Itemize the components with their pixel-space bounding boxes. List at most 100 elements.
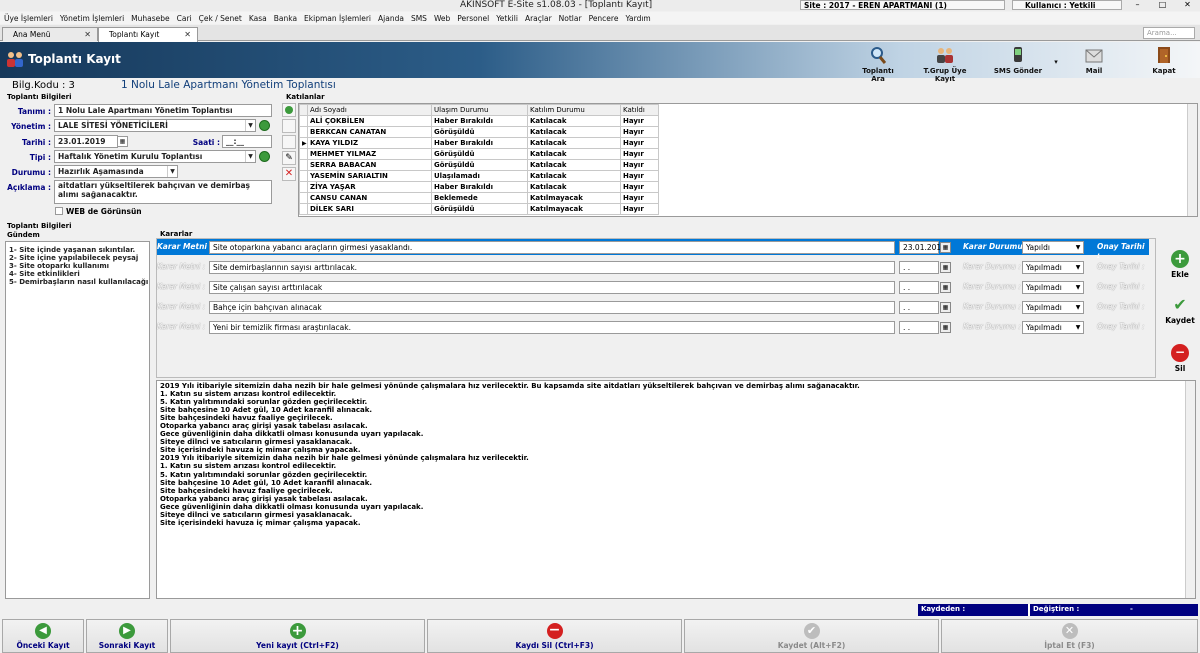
gundem-list[interactable]: 1- Site içinde yaşanan sıkıntılar. 2- Si… [5,241,150,599]
column-header[interactable]: Katıldı [620,104,659,116]
refresh-tipi-button[interactable] [259,151,270,162]
yonetim-select[interactable]: LALE SİTESİ YÖNETİCİLERİ ▼ [54,119,256,132]
calendar-icon[interactable]: ▦ [940,322,951,333]
onay-date-field[interactable]: . . [899,281,939,294]
karar-text-field[interactable]: Site demirbaşlarının sayısı arttırılacak… [209,261,895,274]
menu-item[interactable]: Araçlar [525,14,552,23]
sms-dropdown-icon[interactable]: ▾ [1052,58,1060,66]
mail-button[interactable]: Mail [1077,46,1111,75]
menu-item[interactable]: Yardım [625,14,650,23]
menu-item[interactable]: Notlar [559,14,582,23]
tipi-select[interactable]: Haftalık Yönetim Kurulu Toplantısı ▼ [54,150,256,163]
iptal-et-button[interactable]: ✕ İptal Et (F3) [941,619,1198,653]
table-row[interactable]: MEHMET YILMAZ Görüşüldü Katılacak Hayır [299,148,659,160]
menu-item[interactable]: Muhasebe [131,14,169,23]
scrollbar[interactable] [1187,104,1197,216]
menu-item[interactable]: Ekipman İşlemleri [304,14,371,23]
table-row[interactable]: SERRA BABACAN Görüşüldü Katılacak Hayır [299,159,659,171]
karar-status-select[interactable]: Yapılmadı ▼ [1022,281,1084,294]
menu-item[interactable]: Yetkili [496,14,518,23]
column-header[interactable]: Adı Soyadı [307,104,432,116]
menu-item[interactable]: Web [434,14,450,23]
table-row[interactable]: YASEMİN SARIALTIN Ulaşılamadı Katılacak Hay… [299,170,659,182]
kaydi-sil-button[interactable]: − Kaydı Sil (Ctrl+F3) [427,619,682,653]
table-row[interactable]: BERKCAN CANATAN Görüşüldü Katılacak Hayır [299,126,659,138]
menu-item[interactable]: SMS [411,14,427,23]
column-header[interactable]: Katılım Durumu [527,104,621,116]
kapat-button[interactable]: Kapat [1147,46,1181,75]
maximize-button[interactable]: □ [1150,0,1175,10]
toplanti-ara-button[interactable]: Toplantı Ara [855,46,901,83]
add-participant-button[interactable] [282,103,296,117]
grup-uye-kayit-button[interactable]: T.Grup Üye Kayıt [913,46,977,83]
ekle-button[interactable]: + Ekle [1163,250,1197,279]
delete-icon[interactable]: ✕ [282,167,296,181]
karar-status-select[interactable]: Yapılmadı ▼ [1022,321,1084,334]
pencil-icon[interactable]: ✎ [282,151,296,165]
aciklama-field[interactable]: aitdatları yükseltilerek bahçıvan ve dem… [54,180,272,204]
calendar-icon[interactable]: ▦ [940,242,951,253]
onay-date-field[interactable]: . . [899,321,939,334]
menu-item[interactable]: Ajanda [378,14,404,23]
table-row[interactable]: ▶ KAYA YILDIZ Haber Bırakıldı Katılacak Hayı… [299,137,659,149]
onay-date-field[interactable]: 23.01.201 [899,241,941,254]
calendar-icon[interactable]: ▦ [117,136,128,147]
karar-row[interactable]: Karar Metni : Yeni bir temizlik firması … [157,319,1149,335]
onceki-kayit-button[interactable]: ◀ Önceki Kayıt [2,619,84,653]
karar-row[interactable]: Karar Metni : Site otoparkına yabancı ar… [157,239,1149,260]
table-row[interactable]: ALİ ÇOKBİLEN Haber Bırakıldı Katılacak Hayı… [299,115,659,127]
onay-date-field[interactable]: . . [899,261,939,274]
yeni-kayit-button[interactable]: + Yeni kayıt (Ctrl+F2) [170,619,425,653]
menu-item[interactable]: Personel [457,14,489,23]
karar-status-select[interactable]: Yapılmadı ▼ [1022,301,1084,314]
tab-toplanti-kayit[interactable]: Toplantı Kayıt ✕ [98,27,198,42]
menu-item[interactable]: Çek / Senet [199,14,242,23]
sms-gonder-button[interactable]: SMS Gönder [990,46,1046,75]
menu-item[interactable]: Kasa [249,14,267,23]
calendar-icon[interactable]: ▦ [940,282,951,293]
close-button[interactable]: ✕ [1175,0,1200,10]
karar-status-select[interactable]: Yapılmadı ▼ [1022,261,1084,274]
close-icon[interactable]: ✕ [184,28,191,41]
kaydet-button[interactable]: ✔ Kaydet (Alt+F2) [684,619,939,653]
menu-item[interactable]: Üye İşlemleri [4,14,53,23]
edit-participant-button[interactable] [282,119,296,133]
karar-row[interactable]: Karar Metni : Bahçe için bahçıvan alınac… [157,299,1149,315]
saat-field[interactable]: __:__ [222,135,272,148]
menu-item[interactable]: Cari [177,14,192,23]
karar-memo[interactable]: 2019 Yılı itibariyle sitemizin daha nezi… [156,380,1196,599]
onay-date-field[interactable]: . . [899,301,939,314]
tanimi-field[interactable]: 1 Nolu Lale Apartmanı Yönetim Toplantısı [54,104,272,117]
table-row[interactable]: ZİYA YAŞAR Haber Bırakıldı Katılacak Hayır [299,181,659,193]
web-checkbox[interactable] [55,207,63,215]
table-row[interactable]: DİLEK SARI Görüşüldü Katılmayacak Hayır [299,203,659,215]
karar-row[interactable]: Karar Metni : Site çalışan sayısı arttır… [157,279,1149,295]
refresh-yonetim-button[interactable] [259,120,270,131]
menu-item[interactable]: Pencere [589,14,619,23]
kaydet-karar-button[interactable]: ✔ Kaydet [1163,296,1197,326]
sil-karar-button[interactable]: − Sil [1163,344,1197,373]
karar-row[interactable]: Karar Metni : Site demirbaşlarının sayıs… [157,259,1149,275]
copy-participant-button[interactable] [282,135,296,149]
karar-status-select[interactable]: Yapıldı ▼ [1022,241,1084,254]
minimize-button[interactable]: – [1125,0,1150,10]
karar-text-field[interactable]: Site çalışan sayısı arttırılacak [209,281,895,294]
calendar-icon[interactable]: ▦ [940,262,951,273]
bilg-kodu: Bilg.Kodu : 3 [12,80,75,91]
arrow-right-icon: ▶ [119,623,135,639]
close-icon[interactable]: ✕ [84,28,91,41]
column-header[interactable]: Ulaşım Durumu [431,104,528,116]
table-row[interactable]: CANSU CANAN Beklemede Katılmayacak Hayır [299,192,659,204]
sonraki-kayit-button[interactable]: ▶ Sonraki Kayıt [86,619,168,653]
scrollbar[interactable] [1185,381,1195,598]
karar-text-field[interactable]: Bahçe için bahçıvan alınacak [209,301,895,314]
tab-ana-menu[interactable]: Ana Menü ✕ [2,27,98,41]
menu-item[interactable]: Banka [274,14,297,23]
menu-item[interactable]: Yönetim İşlemleri [60,14,124,23]
search-input[interactable]: Arama... [1143,27,1195,39]
calendar-icon[interactable]: ▦ [940,302,951,313]
karar-text-field[interactable]: Yeni bir temizlik firması araştırılacak. [209,321,895,334]
durum-select[interactable]: Hazırlık Aşamasında ▼ [54,165,178,178]
karar-text-field[interactable]: Site otoparkına yabancı araçların girmes… [209,241,895,254]
tarih-field[interactable]: 23.01.2019 [54,135,118,148]
